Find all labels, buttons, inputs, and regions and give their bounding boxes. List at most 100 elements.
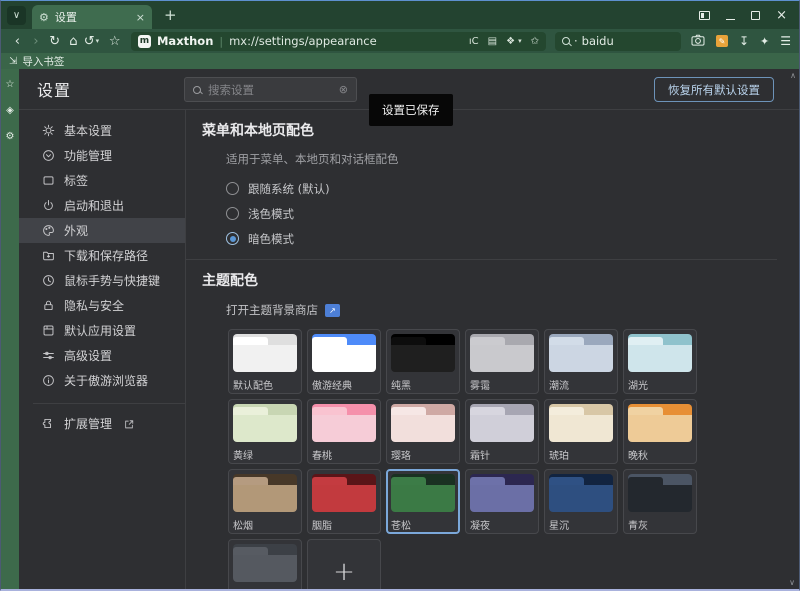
sidebar-item-label: 默认应用设置 [64, 322, 136, 339]
rail-theme-icon[interactable]: ◈ [6, 105, 14, 116]
sidebar-item-extensions[interactable]: 扩展管理 [19, 411, 185, 436]
theme-tile[interactable]: 晚秋 [623, 399, 697, 464]
theme-swatch [233, 474, 297, 512]
sidebar-item[interactable]: 功能管理 [19, 143, 185, 168]
swatch-body [628, 485, 692, 512]
maximize-icon[interactable] [751, 9, 760, 21]
scroll-up-icon[interactable]: ∧ [790, 71, 796, 80]
back-icon[interactable]: ‹ [9, 35, 26, 48]
home-icon[interactable]: ⌂ [65, 35, 82, 48]
theme-tile[interactable]: 春桃 [307, 399, 381, 464]
theme-tile[interactable]: 纯黑 [386, 329, 460, 394]
theme-tile[interactable]: 暗夜 [228, 539, 302, 589]
sidebar-item[interactable]: 默认应用设置 [19, 318, 185, 343]
swatch-body [549, 485, 613, 512]
swatch-tab [233, 337, 268, 345]
refresh-icon[interactable]: ↻ [46, 35, 63, 48]
theme-grid: 默认配色 傲游经典 [228, 329, 799, 589]
sidebar-item[interactable]: 隐私与安全 [19, 293, 185, 318]
tab-settings[interactable]: ⚙ 设置 × [32, 5, 152, 29]
settings-search[interactable]: ⊗ [184, 77, 357, 102]
settings-search-icon [193, 86, 201, 94]
tab-close-icon[interactable]: × [136, 11, 145, 24]
sidebar-item[interactable]: 外观 [19, 218, 185, 243]
radio-icon[interactable] [226, 232, 239, 245]
theme-tile[interactable]: 青灰 [623, 469, 697, 534]
theme-tile[interactable]: + [307, 539, 381, 589]
minimize-icon[interactable] [726, 9, 735, 21]
theme-swatch [391, 334, 455, 372]
theme-tile[interactable]: 苍松 [386, 469, 460, 534]
search-engine-value[interactable]: baidu [582, 34, 614, 48]
theme-tile[interactable]: 星沉 [544, 469, 618, 534]
sidebar-item[interactable]: 基本设置 [19, 118, 185, 143]
sidebar-item[interactable]: 鼠标手势与快捷键 [19, 268, 185, 293]
rail-favorites-icon[interactable]: ☆ [6, 79, 15, 90]
side-panel-icon[interactable] [699, 9, 710, 21]
navigation-toolbar: ‹ › ↻ ⌂ ↺ ▾ ☆ m Maxthon | mx://settings/… [1, 29, 799, 53]
forward-icon[interactable]: › [28, 35, 45, 48]
import-bookmark-button[interactable]: 导入书签 [22, 54, 64, 69]
collect-icon[interactable]: ✩ [531, 36, 539, 47]
theme-store-link[interactable]: 打开主题背景商店 [226, 302, 318, 318]
search-engine-caret[interactable]: · [574, 34, 578, 48]
undo-icon[interactable]: ↺ ▾ [84, 35, 105, 48]
sidebar-item-label: 关于傲游浏览器 [64, 372, 148, 389]
chevron-down-icon: ∨ [13, 10, 20, 21]
theme-tile[interactable]: 雾霭 [465, 329, 539, 394]
sidebar-item[interactable]: 下载和保存路径 [19, 243, 185, 268]
screenshot-camera-icon[interactable] [691, 34, 705, 49]
theme-tile[interactable]: 默认配色 [228, 329, 302, 394]
main-menu-icon[interactable]: ☰ [780, 34, 791, 48]
reader-mode-icon[interactable]: ▤ [488, 36, 497, 47]
theme-tile[interactable]: 湖光 [623, 329, 697, 394]
theme-tile[interactable]: 胭脂 [307, 469, 381, 534]
address-bar[interactable]: m Maxthon | mx://settings/appearance ıC … [131, 32, 546, 51]
theme-tile[interactable]: 傲游经典 [307, 329, 381, 394]
theme-tile[interactable]: 霜针 [465, 399, 539, 464]
theme-name: 潮流 [549, 377, 613, 392]
close-icon[interactable]: × [776, 9, 787, 21]
theme-tile[interactable]: 琥珀 [544, 399, 618, 464]
tab-list-button[interactable]: ∨ [7, 6, 26, 25]
new-tab-button[interactable]: + [164, 6, 177, 24]
color-mode-option[interactable]: 暗色模式 [226, 226, 799, 251]
theme-tile[interactable]: 潮流 [544, 329, 618, 394]
color-mode-option[interactable]: 跟随系统 (默认) [226, 176, 799, 201]
sidebar-item[interactable]: 标签 [19, 168, 185, 193]
theme-name: 青灰 [628, 517, 692, 532]
web-search-box[interactable]: · baidu [555, 32, 681, 51]
theme-tile[interactable]: 璎珞 [386, 399, 460, 464]
sidebar-item-label: 外观 [64, 222, 88, 239]
restore-defaults-button[interactable]: 恢复所有默认设置 [654, 77, 774, 102]
theme-tile[interactable]: 黄绿 [228, 399, 302, 464]
search-clear-icon[interactable]: ⊗ [339, 83, 348, 96]
color-mode-option[interactable]: 浅色模式 [226, 201, 799, 226]
favorite-star-icon[interactable]: ☆ [106, 35, 123, 48]
swatch-body [312, 345, 376, 372]
app-body: ☆ ◈ ⚙ 设置 ⊗ 恢复所有默认设置 ∧ 设置已保存 ∨ [1, 69, 799, 589]
note-icon[interactable]: ✎ [716, 35, 728, 47]
url-text[interactable]: mx://settings/appearance [229, 34, 463, 48]
read-aloud-icon[interactable]: ıC [469, 36, 479, 47]
swatch-tab [312, 477, 347, 485]
settings-search-input[interactable] [208, 83, 332, 97]
theme-store-icon[interactable]: ↗ [325, 304, 340, 317]
sidebar-item-label: 功能管理 [64, 147, 112, 164]
address-bar-icons: ıC ▤ ❖ ▾ ✩ [469, 36, 539, 47]
swatch-tab [312, 337, 347, 345]
theme-tile[interactable]: 松烟 [228, 469, 302, 534]
radio-label: 浅色模式 [248, 206, 294, 222]
swatch-body [628, 345, 692, 372]
radio-icon[interactable] [226, 207, 239, 220]
sidebar-item[interactable]: 关于傲游浏览器 [19, 368, 185, 393]
share-icon[interactable]: ❖ [506, 36, 515, 47]
theme-skin-icon[interactable]: ✦ [760, 35, 769, 48]
rail-settings-icon[interactable]: ⚙ [6, 131, 15, 142]
sidebar-item[interactable]: 启动和退出 [19, 193, 185, 218]
theme-name: 傲游经典 [312, 377, 376, 392]
sidebar-item[interactable]: 高级设置 [19, 343, 185, 368]
download-icon[interactable]: ↧ [739, 34, 749, 48]
radio-icon[interactable] [226, 182, 239, 195]
theme-tile[interactable]: 凝夜 [465, 469, 539, 534]
